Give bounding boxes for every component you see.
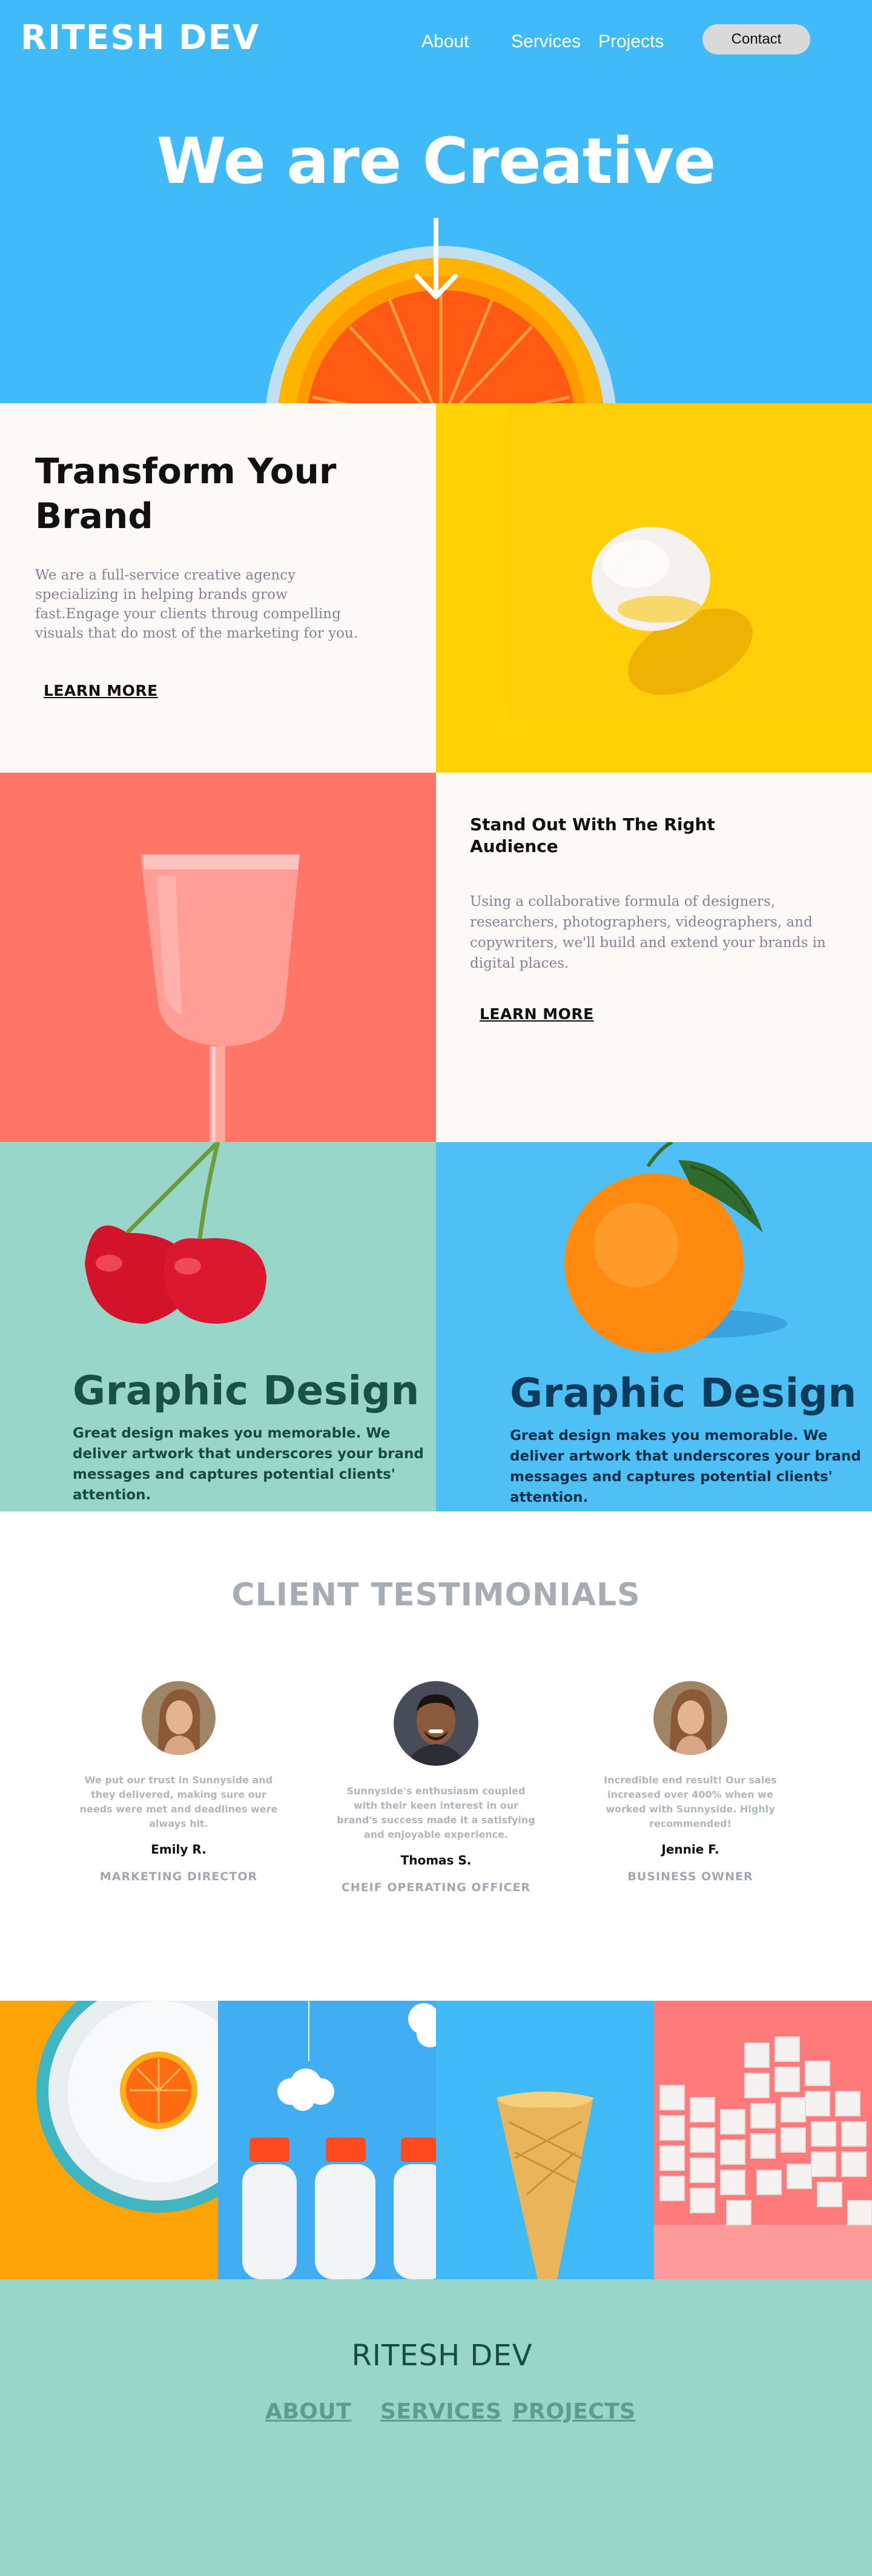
egg-image-panel <box>436 403 872 773</box>
milk-bottles-image <box>242 2001 436 2279</box>
graphic-design-title: Graphic Design <box>73 1367 420 1414</box>
transform-title: Transform Your Brand <box>35 451 337 537</box>
testimonial-name: Jennie F. <box>661 1842 719 1857</box>
orange-plate-image <box>36 2001 218 2213</box>
nav-link-about[interactable]: About <box>421 31 469 52</box>
gallery-image-ice-cream-cone <box>436 2001 654 2279</box>
sugar-cubes-image <box>654 2036 872 2279</box>
ice-cream-cone-image <box>497 2092 593 2279</box>
standout-panel: Stand Out With The Right Audience Using … <box>436 773 872 1142</box>
learn-more-label: LEARN MORE <box>480 1005 594 1023</box>
avatar <box>653 1681 727 1755</box>
graphic-design-card-orange: Graphic Design Great design makes you me… <box>436 1142 872 1511</box>
footer-link-about[interactable]: ABOUT <box>265 2399 351 2424</box>
testimonial-role: CHEIF OPERATING OFFICER <box>341 1881 531 1894</box>
graphic-design-card-cherries: Graphic Design Great design makes you me… <box>0 1142 436 1511</box>
gallery-image-sugar-cubes <box>654 2001 872 2279</box>
transform-panel: Transform Your Brand We are a full-servi… <box>0 403 436 773</box>
brand-logo[interactable]: RITESH DEV <box>21 18 260 58</box>
gallery-image-milk-bottles <box>218 2001 436 2279</box>
testimonial-card: Incredible end result! Our sales increas… <box>575 1681 805 1883</box>
glass-image-panel <box>0 773 436 1142</box>
testimonial-quote: Incredible end result! Our sales increas… <box>604 1774 777 1829</box>
transform-row: Transform Your Brand We are a full-servi… <box>0 403 872 773</box>
learn-more-label: LEARN MORE <box>44 682 158 699</box>
hero-section: RITESH DEV About Services Projects Conta… <box>0 0 872 403</box>
hero-title: We are Creative <box>156 124 716 198</box>
nav-link-projects[interactable]: Projects <box>598 31 664 52</box>
testimonial-quote: We put our trust in Sunnyside and they d… <box>79 1774 278 1829</box>
footer: RITESH DEV ABOUT SERVICES PROJECTS <box>0 2279 872 2576</box>
top-nav: RITESH DEV About Services Projects Conta… <box>0 0 872 79</box>
testimonial-role: BUSINESS OWNER <box>627 1870 753 1883</box>
footer-logo[interactable]: RITESH DEV <box>0 2339 872 2373</box>
standout-row: Stand Out With The Right Audience Using … <box>0 773 872 1142</box>
testimonials-section: CLIENT TESTIMONIALS We put our trust in … <box>0 1511 872 2001</box>
testimonial-name: Thomas S. <box>400 1853 472 1868</box>
contact-button[interactable]: Contact <box>702 24 810 54</box>
nav-link-services[interactable]: Services <box>511 31 581 52</box>
footer-link-services[interactable]: SERVICES <box>380 2399 501 2424</box>
egg-image <box>509 403 872 718</box>
testimonial-role: MARKETING DIRECTOR <box>99 1870 258 1883</box>
graphic-design-text: Great design makes you memorable. We del… <box>510 1428 861 1505</box>
transform-learn-more-link[interactable]: LEARN MORE <box>44 682 158 701</box>
testimonial-quote: Sunnyside's enthusiasm coupled with thei… <box>337 1785 535 1840</box>
gallery-image-orange-plate <box>0 2001 218 2279</box>
transform-text: We are a full-service creative agency sp… <box>35 567 358 641</box>
testimonial-card: Sunnyside's enthusiasm coupled with thei… <box>321 1681 551 1894</box>
testimonial-name: Emily R. <box>151 1842 206 1857</box>
glass-image <box>140 854 300 1142</box>
orange-fruit-image <box>564 1142 787 1353</box>
graphic-design-text: Great design makes you memorable. We del… <box>73 1425 424 1503</box>
scroll-down-arrow-icon[interactable] <box>412 218 460 303</box>
image-gallery <box>0 2001 872 2279</box>
standout-learn-more-link[interactable]: LEARN MORE <box>480 1005 594 1024</box>
testimonial-card: We put our trust in Sunnyside and they d… <box>64 1681 294 1883</box>
footer-link-projects[interactable]: PROJECTS <box>512 2399 636 2424</box>
avatar <box>142 1681 216 1755</box>
graphic-design-title: Graphic Design <box>510 1370 857 1416</box>
graphic-design-row: Graphic Design Great design makes you me… <box>0 1142 872 1511</box>
avatar <box>394 1681 478 1766</box>
standout-text: Using a collaborative formula of designe… <box>470 894 826 971</box>
cherries-image <box>85 1142 266 1324</box>
standout-title: Stand Out With The Right Audience <box>470 814 715 856</box>
testimonials-title: CLIENT TESTIMONIALS <box>231 1577 641 1613</box>
